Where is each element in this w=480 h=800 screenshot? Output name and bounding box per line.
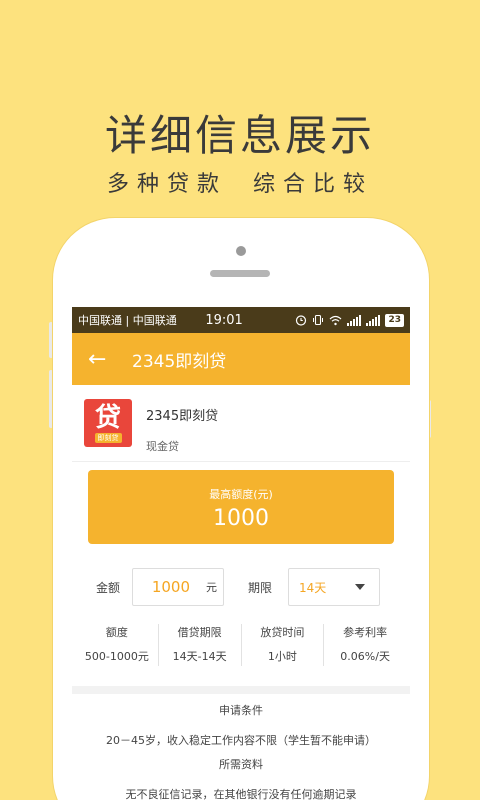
product-info: 贷 即刻贷 2345即刻贷 现金贷: [72, 385, 410, 461]
stat-value: 500-1000元: [84, 650, 149, 663]
materials-title: 所需资料: [219, 758, 263, 771]
amount-input[interactable]: 1000 元: [132, 568, 224, 606]
materials-text: 无不良征信记录，在其他银行没有任何逾期记录: [125, 788, 357, 800]
requirements-title: 申请条件: [219, 704, 263, 717]
logo-main-glyph: 贷: [94, 402, 121, 433]
stat-header: 放贷时间: [260, 626, 305, 639]
divider: [72, 461, 410, 462]
signal-icon-2: [366, 314, 381, 326]
promo-subline: 多种贷款 综合比较: [0, 166, 480, 198]
promo-sub-left: 多种贷款: [106, 172, 227, 197]
stat-value: 14天-14天: [172, 650, 227, 663]
stat-header: 借贷期限: [177, 626, 222, 639]
status-icons: 23: [295, 313, 404, 327]
phone-screen: 中国联通 | 中国联通 19:01 23 ← 2345即刻贷 贷 即刻贷 234…: [72, 307, 410, 800]
status-bar: 中国联通 | 中国联通 19:01 23: [72, 307, 410, 333]
period-label: 期限: [248, 580, 273, 595]
stat-limit: 额度 500-1000元: [76, 624, 159, 666]
chevron-down-icon: [355, 584, 365, 590]
stat-term: 借贷期限 14天-14天: [159, 624, 242, 666]
period-select[interactable]: 14天: [288, 568, 380, 606]
alarm-icon: [296, 315, 307, 326]
stat-header: 参考利率: [343, 626, 388, 639]
signal-icon: [347, 314, 362, 326]
logo-sub-text: 即刻贷: [94, 432, 122, 443]
stat-value: 1小时: [267, 650, 297, 663]
amount-unit: 元: [206, 581, 217, 594]
page-title: 2345即刻贷: [132, 351, 227, 372]
requirements-section: 申请条件 20－45岁，收入稳定工作内容不限（学生暂不能申请） 所需资料 无不良…: [72, 702, 410, 800]
product-type: 现金贷: [146, 440, 179, 453]
max-limit-value: 1000: [213, 506, 269, 531]
promo-headline: 详细信息展示: [104, 111, 375, 160]
vibrate-icon: [313, 314, 324, 326]
loan-form: 金额 1000 元 期限 14天: [72, 568, 410, 606]
section-separator: [72, 686, 410, 694]
status-time: 19:01: [205, 312, 243, 328]
stat-value: 0.06%/天: [340, 650, 390, 663]
battery-icon: 23: [385, 313, 404, 327]
product-logo: 贷 即刻贷: [84, 399, 132, 447]
app-bar: ← 2345即刻贷: [72, 333, 410, 385]
stat-disburse-time: 放贷时间 1小时: [242, 624, 325, 666]
promo-sub-right: 综合比较: [253, 172, 374, 197]
carrier-label: 中国联通 | 中国联通: [78, 314, 177, 327]
period-value: 14天: [299, 580, 327, 595]
wifi-icon: [330, 315, 342, 325]
stat-header: 额度: [105, 626, 128, 639]
stat-rate: 参考利率 0.06%/天: [324, 624, 406, 666]
speaker-grill: [210, 270, 270, 277]
front-camera: [236, 246, 246, 256]
max-limit-label: 最高额度(元): [209, 488, 273, 501]
loan-stats: 额度 500-1000元 借贷期限 14天-14天 放贷时间 1小时 参考利率 …: [72, 624, 410, 666]
product-name: 2345即刻贷: [146, 409, 219, 424]
back-arrow-icon[interactable]: ←: [88, 347, 132, 372]
amount-value: 1000: [151, 578, 190, 596]
amount-label: 金额: [95, 580, 120, 595]
max-limit-card: 最高额度(元) 1000: [88, 470, 394, 544]
requirements-text: 20－45岁，收入稳定工作内容不限（学生暂不能申请）: [106, 734, 376, 747]
